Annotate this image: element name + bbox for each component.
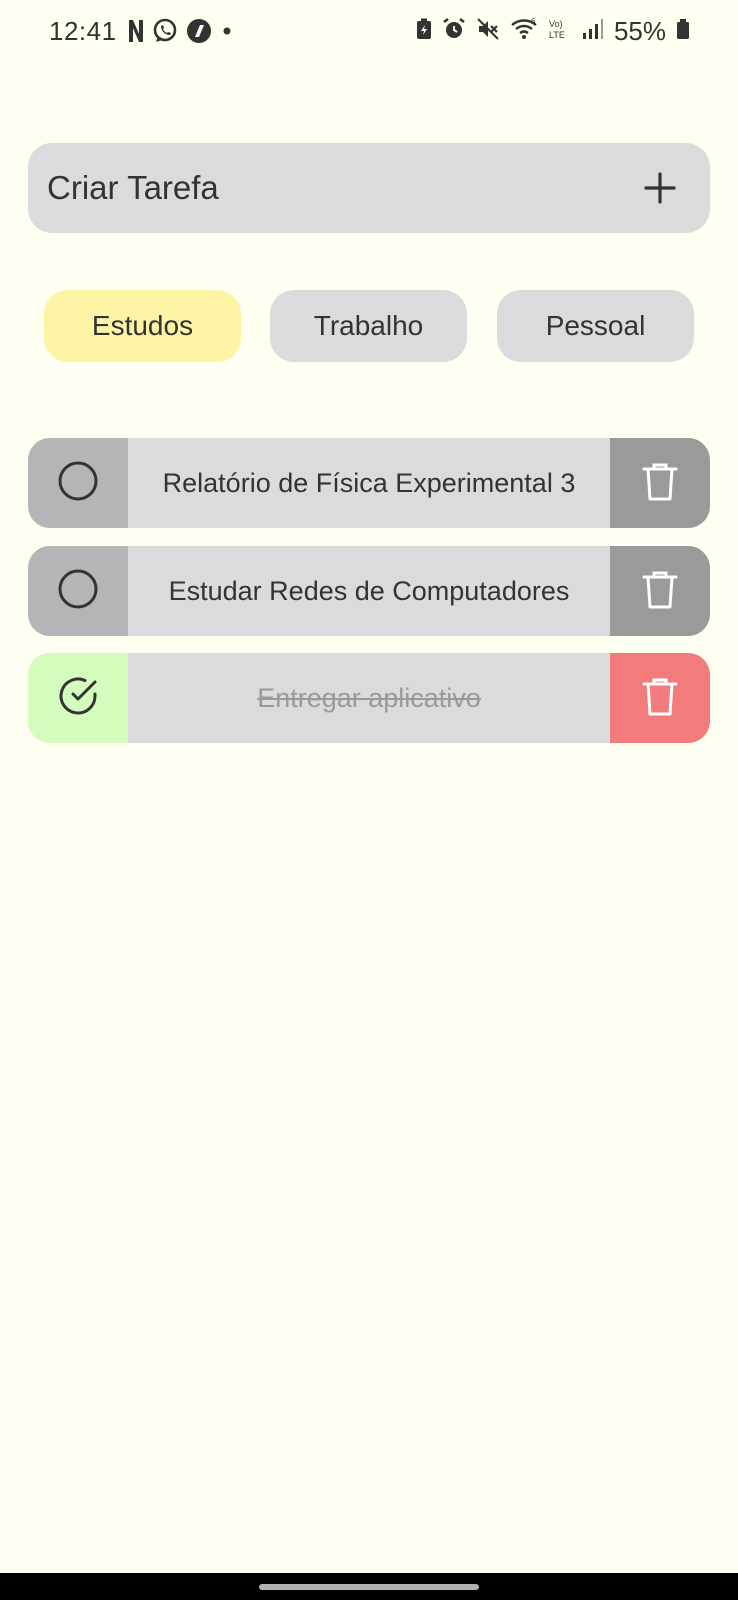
tab-estudos[interactable]: Estudos — [44, 290, 241, 362]
check-circle-icon — [57, 675, 99, 722]
signal-icon — [582, 18, 604, 45]
alarm-icon — [442, 17, 466, 46]
wifi-icon: 6 — [510, 17, 538, 46]
mute-icon — [476, 17, 500, 46]
task-row: Estudar Redes de Computadores — [28, 546, 710, 636]
svg-text:Vo): Vo) — [549, 19, 563, 29]
task-title: Relatório de Física Experimental 3 — [128, 438, 610, 528]
trash-icon — [642, 461, 678, 506]
home-gesture-handle[interactable] — [259, 1584, 479, 1590]
delete-task-button[interactable] — [610, 438, 710, 528]
navigation-bar — [0, 1573, 738, 1600]
netflix-icon — [128, 19, 144, 48]
battery-percent: 55% — [613, 16, 666, 46]
whatsapp-icon — [152, 18, 178, 49]
tab-label: Trabalho — [313, 310, 424, 341]
status-system-icons: 6 Vo) LTE 55% — [416, 16, 690, 47]
plus-icon — [644, 172, 676, 204]
trash-icon — [642, 676, 678, 721]
battery-icon — [676, 18, 690, 45]
battery-saver-icon — [416, 18, 432, 45]
svg-text:LTE: LTE — [549, 30, 565, 40]
tab-label: Estudos — [91, 310, 194, 341]
task-toggle-button[interactable] — [28, 653, 128, 743]
volte-icon: Vo) LTE — [548, 17, 572, 46]
create-task-button[interactable]: Criar Tarefa — [28, 143, 710, 233]
task-row: Relatório de Física Experimental 3 — [28, 438, 710, 528]
svg-text:6: 6 — [531, 17, 536, 26]
circle-icon — [57, 460, 99, 507]
task-title: Entregar aplicativo — [128, 653, 610, 743]
task-toggle-button[interactable] — [28, 438, 128, 528]
trash-icon — [642, 569, 678, 614]
tab-label: Pessoal — [545, 310, 646, 341]
task-toggle-button[interactable] — [28, 546, 128, 636]
tab-trabalho[interactable]: Trabalho — [270, 290, 467, 362]
status-notification-icons — [128, 18, 234, 49]
tab-pessoal[interactable]: Pessoal — [497, 290, 694, 362]
status-bar: 12:41 6 Vo) LTE 55% — [0, 0, 738, 66]
delete-task-button[interactable] — [610, 653, 710, 743]
app-icon — [186, 18, 212, 49]
create-task-label: Criar Tarefa — [47, 169, 219, 206]
dot-icon — [220, 24, 234, 43]
delete-task-button[interactable] — [610, 546, 710, 636]
circle-icon — [57, 568, 99, 615]
task-row: Entregar aplicativo — [28, 653, 710, 743]
task-title: Estudar Redes de Computadores — [128, 546, 610, 636]
status-time: 12:41 — [49, 16, 117, 46]
